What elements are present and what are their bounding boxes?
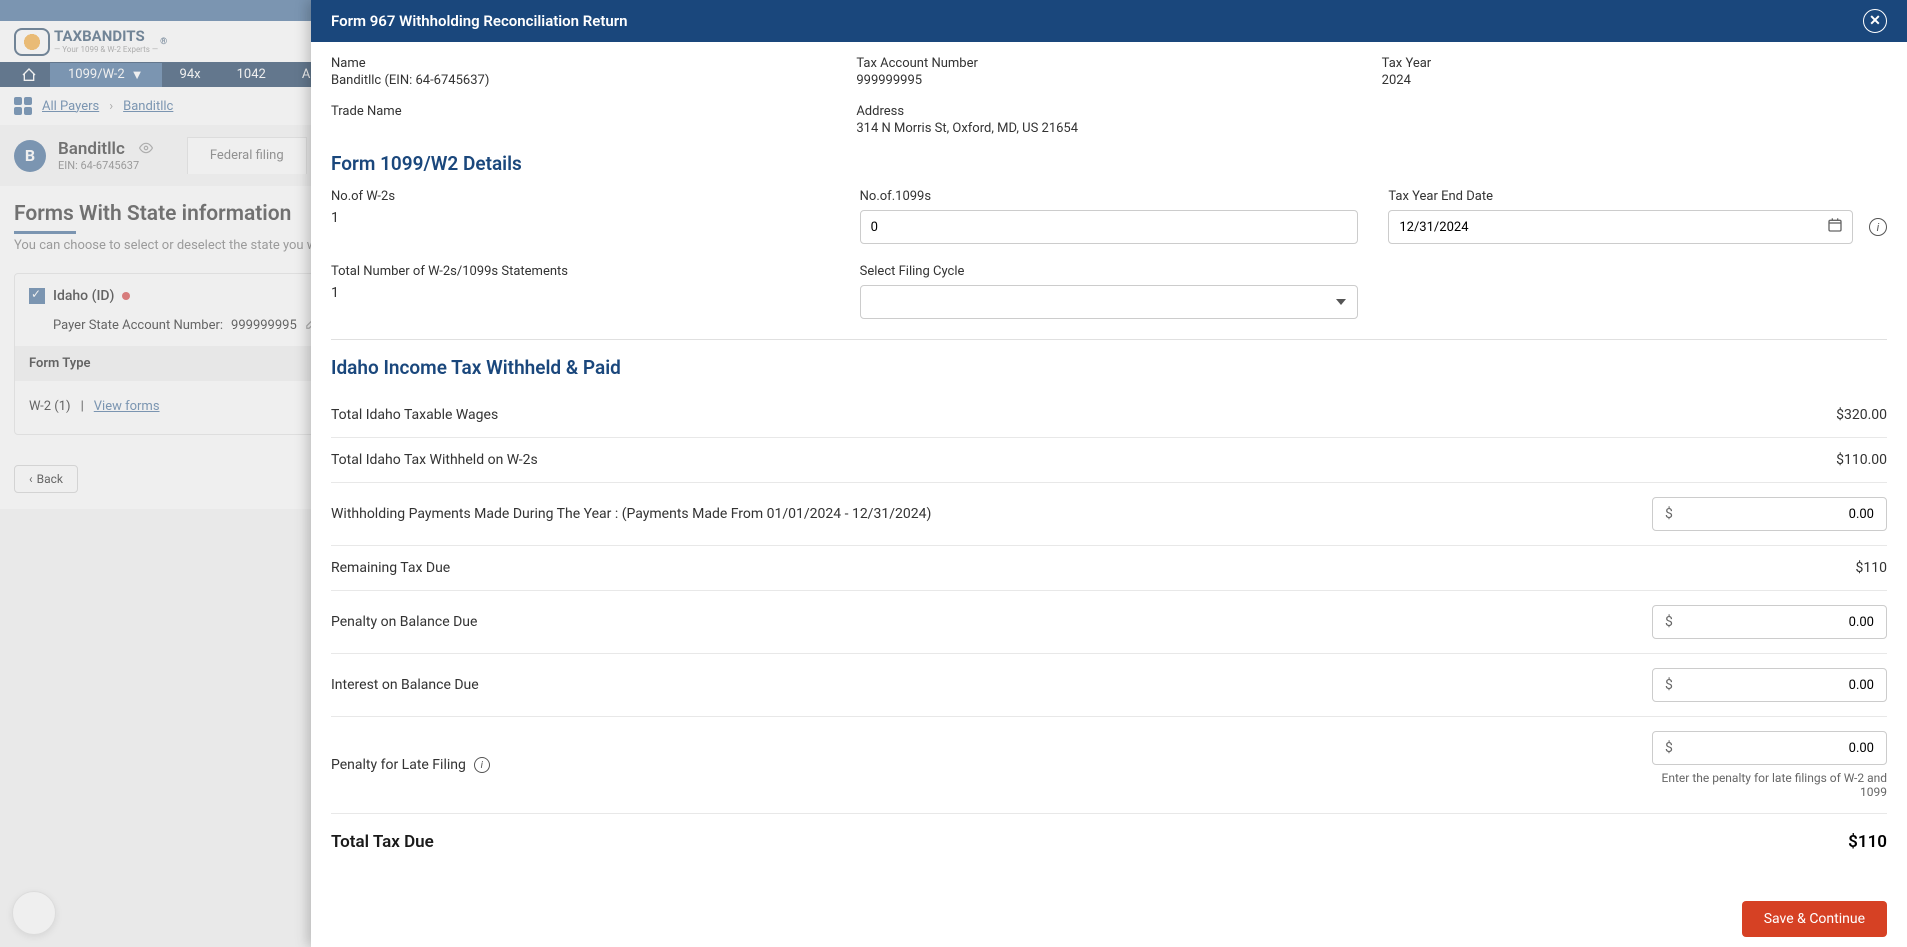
modal-body: Name Banditllc (EIN: 64-6745637) Tax Acc…: [311, 42, 1907, 891]
penalty-late-helper: Enter the penalty for late filings of W-…: [1652, 771, 1887, 799]
n1099-label: No.of.1099s: [860, 189, 1359, 204]
home-icon[interactable]: [8, 63, 50, 87]
trade-name-label: Trade Name: [331, 104, 836, 119]
total-statements-label: Total Number of W-2s/1099s Statements: [331, 264, 830, 279]
tax-account-label: Tax Account Number: [856, 56, 1361, 71]
penalty-late-input-wrap: $: [1652, 731, 1887, 765]
dollar-prefix: $: [1653, 677, 1685, 693]
penalty-late-label: Penalty for Late Filing i: [331, 757, 490, 773]
w2-count-label: No.of W-2s: [331, 189, 830, 204]
nav-94x[interactable]: 94x: [162, 63, 219, 86]
total-statements-value: 1: [331, 285, 830, 301]
payer-ein: EIN: 64-6745637: [58, 159, 155, 172]
nav-1099-w2[interactable]: 1099/W-2 ▼: [50, 63, 162, 87]
name-label: Name: [331, 56, 836, 71]
status-dot-icon: [122, 292, 130, 300]
interest-label: Interest on Balance Due: [331, 677, 479, 693]
calendar-icon[interactable]: [1827, 217, 1843, 237]
remaining-value: $110: [1856, 560, 1887, 576]
modal-header: Form 967 Withholding Reconciliation Retu…: [311, 0, 1907, 42]
withheld-w2-value: $110.00: [1836, 452, 1887, 468]
payer-avatar: B: [14, 140, 46, 172]
chat-avatar[interactable]: [12, 891, 56, 935]
breadcrumb-current[interactable]: Banditllc: [123, 99, 173, 114]
end-date-input[interactable]: [1388, 210, 1853, 244]
chevron-left-icon: ‹: [29, 472, 33, 486]
chevron-down-icon: ▼: [131, 67, 144, 83]
tax-year-value: 2024: [1382, 73, 1887, 88]
tax-year-label: Tax Year: [1382, 56, 1887, 71]
tax-account-value: 999999995: [856, 73, 1361, 88]
remaining-label: Remaining Tax Due: [331, 560, 450, 576]
state-checkbox[interactable]: [29, 288, 45, 304]
n1099-input[interactable]: [860, 210, 1359, 244]
view-forms-link[interactable]: View forms: [94, 399, 160, 414]
account-label: Payer State Account Number:: [53, 318, 223, 333]
taxable-wages-value: $320.00: [1836, 407, 1887, 423]
penalty-balance-input[interactable]: [1685, 615, 1886, 630]
dollar-prefix: $: [1653, 740, 1685, 756]
address-label: Address: [856, 104, 1361, 119]
name-value: Banditllc (EIN: 64-6745637): [331, 73, 836, 88]
filing-cycle-label: Select Filing Cycle: [860, 264, 1359, 279]
end-date-label: Tax Year End Date: [1388, 189, 1887, 204]
modal: Form 967 Withholding Reconciliation Retu…: [311, 0, 1907, 947]
payments-input-wrap: $: [1652, 497, 1887, 531]
withheld-w2-label: Total Idaho Tax Withheld on W-2s: [331, 452, 538, 468]
logo-icon: [14, 28, 50, 56]
address-value: 314 N Morris St, Oxford, MD, US 21654: [856, 121, 1361, 136]
account-value: 999999995: [231, 318, 297, 333]
form-divider: |: [81, 399, 84, 414]
save-continue-button[interactable]: Save & Continue: [1742, 901, 1887, 937]
penalty-balance-label: Penalty on Balance Due: [331, 614, 477, 630]
modal-footer: Save & Continue: [311, 891, 1907, 947]
modal-title: Form 967 Withholding Reconciliation Retu…: [331, 12, 628, 30]
eye-icon[interactable]: [137, 140, 155, 159]
logo[interactable]: TAXBANDITS — Your 1099 & W-2 Experts — ®: [14, 28, 167, 56]
nav-1042[interactable]: 1042: [219, 63, 284, 86]
payments-input[interactable]: [1685, 507, 1886, 522]
interest-input-wrap: $: [1652, 668, 1887, 702]
logo-sub: — Your 1099 & W-2 Experts —: [54, 46, 158, 54]
chevron-right-icon: ›: [109, 99, 113, 114]
filing-cycle-select[interactable]: [860, 285, 1359, 319]
taxable-wages-label: Total Idaho Taxable Wages: [331, 407, 498, 423]
total-due-value: $110: [1848, 832, 1887, 852]
registered-mark: ®: [160, 37, 167, 47]
dollar-prefix: $: [1653, 506, 1685, 522]
tab-federal[interactable]: Federal filing: [187, 137, 307, 174]
penalty-balance-input-wrap: $: [1652, 605, 1887, 639]
form-label: W-2 (1): [29, 399, 71, 414]
total-due-label: Total Tax Due: [331, 832, 434, 852]
penalty-late-input[interactable]: [1685, 741, 1886, 756]
payer-name: Banditllc: [58, 139, 125, 159]
info-icon[interactable]: i: [1869, 218, 1887, 236]
info-icon[interactable]: i: [474, 757, 490, 773]
back-button[interactable]: ‹ Back: [14, 465, 78, 493]
form-details-header: Form 1099/W2 Details: [331, 152, 1887, 175]
section2-header: Idaho Income Tax Withheld & Paid: [331, 356, 1887, 379]
logo-main: TAXBANDITS: [54, 29, 158, 44]
interest-input[interactable]: [1685, 678, 1886, 693]
close-button[interactable]: ✕: [1863, 9, 1887, 33]
dollar-prefix: $: [1653, 614, 1685, 630]
grid-icon[interactable]: [14, 97, 32, 115]
breadcrumb-all-payers[interactable]: All Payers: [42, 99, 99, 114]
state-name: Idaho (ID): [53, 288, 114, 304]
w2-count-value: 1: [331, 210, 830, 226]
payments-label: Withholding Payments Made During The Yea…: [331, 506, 931, 522]
